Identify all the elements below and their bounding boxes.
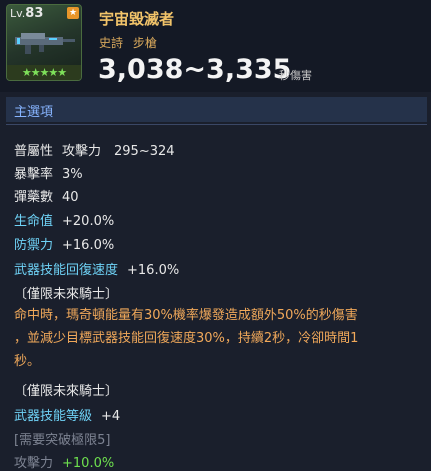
restriction-label: 〔僅限未來騎士〕 [14, 287, 119, 302]
stat-label: 暴擊率 [14, 167, 54, 182]
stat-row-def: 防禦力 +16.0% [14, 234, 114, 253]
star-rating: ★★★★★ [7, 65, 81, 80]
breakthrough-requirement: [需要突破極限5] [14, 433, 111, 448]
main-options-header: 主選項 [6, 97, 427, 122]
level-label: Lv.83 [10, 6, 44, 21]
stat-value: +20.0% [62, 214, 115, 229]
effect-line: 命中時，瑪奇頓能量有30%機率爆發造成額外50%的秒傷害 [14, 308, 358, 323]
stat-label: 武器技能回復速度 [14, 263, 119, 278]
stat-label: 普屬性 [14, 144, 54, 159]
stat-value: +16.0% [62, 238, 115, 253]
item-header: Lv.83 ★ ★★★★★ 宇宙毀滅者 史詩 步槍 3,038~3,335 秒傷… [0, 0, 431, 92]
stat-label: 防禦力 [14, 238, 54, 253]
item-thumbnail[interactable]: Lv.83 ★ ★★★★★ [6, 4, 82, 81]
stat-value: 攻擊力 295~324 [62, 144, 175, 159]
stat-value: 40 [62, 190, 79, 205]
stat-label: 彈藥數 [14, 190, 54, 205]
stat-row-crit: 暴擊率 3% [14, 163, 83, 182]
stat-row-skill-recovery: 武器技能回復速度 +16.0% [14, 259, 179, 278]
stat-value: +4 [101, 409, 121, 424]
rifle-icon [15, 33, 75, 54]
stat-row-skill-level: 武器技能等級 +4 [14, 405, 120, 424]
effect-line: 秒。 [14, 354, 41, 369]
stat-label: 生命值 [14, 214, 54, 229]
item-rarity: 史詩 [99, 36, 124, 50]
stat-label: 攻擊力 [14, 456, 54, 471]
main-options-title: 主選項 [14, 105, 54, 120]
effect-line: ，並減少目標武器技能回復速度30%，持續2秒，冷卻時間1 [14, 331, 359, 346]
item-type: 步槍 [132, 36, 157, 50]
effect-description: 命中時，瑪奇頓能量有30%機率爆發造成額外50%的秒傷害 ，並減少目標武器技能回… [14, 304, 424, 373]
damage-value: 3,038~3,335 [98, 54, 292, 85]
bookmark-icon: ★ [67, 7, 79, 19]
stat-label: 武器技能等級 [14, 409, 93, 424]
stat-row-hp: 生命值 +20.0% [14, 210, 114, 229]
section-divider [6, 124, 427, 125]
stat-row-ammo: 彈藥數 40 [14, 186, 79, 205]
damage-unit: 秒傷害 [279, 69, 312, 82]
stat-row-attack-partial: 攻擊力 +10.0% [14, 452, 114, 471]
stat-row-base: 普屬性 攻擊力 295~324 [14, 140, 175, 159]
restriction-label: 〔僅限未來騎士〕 [14, 384, 119, 399]
level-value: 83 [25, 6, 44, 21]
item-name: 宇宙毀滅者 [99, 10, 175, 28]
stat-value: 3% [62, 167, 83, 182]
item-rarity-type: 史詩 步槍 [99, 34, 157, 51]
stat-value: +16.0% [127, 263, 180, 278]
